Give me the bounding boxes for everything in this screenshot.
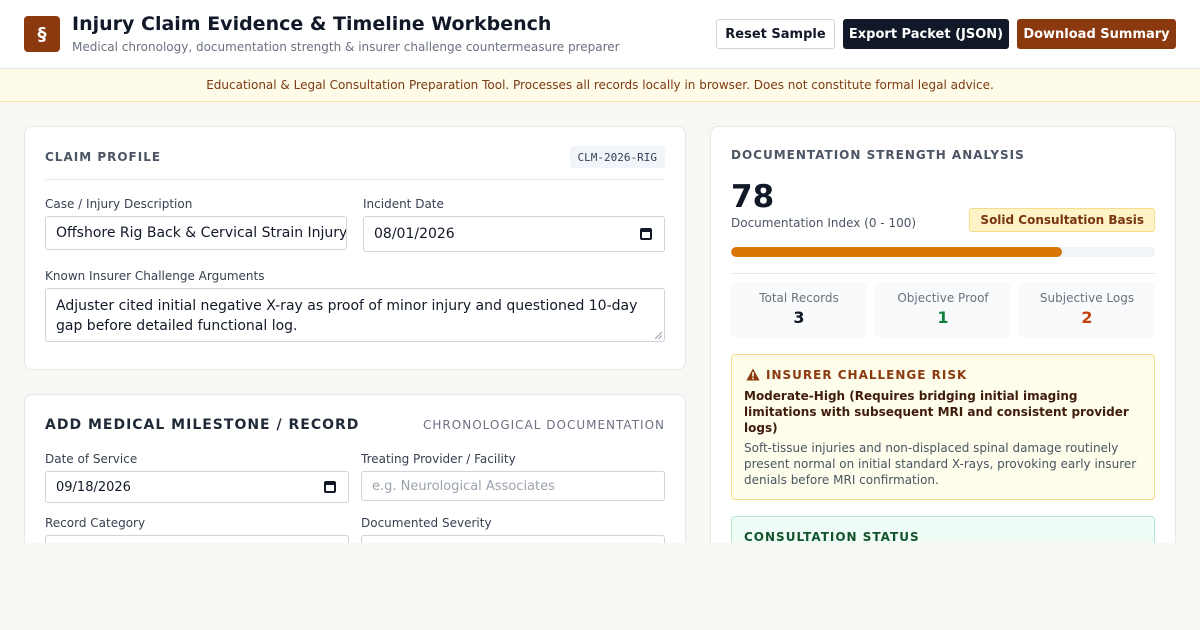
divider bbox=[731, 273, 1155, 274]
calendar-icon[interactable] bbox=[324, 481, 336, 493]
documentation-score: 78 bbox=[731, 179, 775, 215]
stat-objective-proof: Objective Proof 1 bbox=[875, 282, 1011, 338]
add-record-title: ADD MEDICAL MILESTONE / RECORD bbox=[45, 417, 360, 433]
resize-grip-icon[interactable] bbox=[655, 332, 662, 339]
documentation-analysis-card: DOCUMENTATION STRENGTH ANALYSIS 78 Docum… bbox=[710, 126, 1176, 594]
incident-date-value: 08/01/2026 bbox=[374, 226, 455, 242]
challenge-arguments-textarea[interactable]: Adjuster cited initial negative X-ray as… bbox=[45, 288, 665, 342]
challenge-arguments-label: Known Insurer Challenge Arguments bbox=[45, 269, 265, 283]
stat-label: Objective Proof bbox=[897, 291, 989, 305]
consultation-status-title: CONSULTATION STATUS bbox=[744, 530, 920, 544]
analysis-title: DOCUMENTATION STRENGTH ANALYSIS bbox=[731, 148, 1025, 162]
viewport-bottom bbox=[0, 543, 1200, 630]
record-category-label: Record Category bbox=[45, 516, 146, 530]
injury-description-value: Offshore Rig Back & Cervical Strain Inju… bbox=[56, 225, 347, 241]
stat-value: 3 bbox=[793, 308, 805, 327]
stat-subjective-logs: Subjective Logs 2 bbox=[1019, 282, 1155, 338]
warning-icon bbox=[746, 368, 760, 381]
provider-label: Treating Provider / Facility bbox=[361, 452, 516, 466]
incident-date-input[interactable]: 08/01/2026 bbox=[363, 216, 665, 252]
documentation-progress-bar bbox=[731, 247, 1155, 257]
download-summary-button[interactable]: Download Summary bbox=[1017, 19, 1176, 49]
stat-total-records: Total Records 3 bbox=[731, 282, 867, 338]
provider-input[interactable]: e.g. Neurological Associates bbox=[361, 471, 665, 501]
app-logo-icon: § bbox=[24, 16, 60, 52]
date-of-service-label: Date of Service bbox=[45, 452, 138, 466]
app-header: § Injury Claim Evidence & Timeline Workb… bbox=[0, 0, 1200, 69]
export-packet-button[interactable]: Export Packet (JSON) bbox=[843, 19, 1009, 49]
date-of-service-value: 09/18/2026 bbox=[56, 479, 131, 495]
reset-sample-button[interactable]: Reset Sample bbox=[716, 19, 835, 49]
risk-description: Soft-tissue injuries and non-displaced s… bbox=[744, 441, 1137, 487]
incident-date-label: Incident Date bbox=[363, 197, 444, 211]
insurer-challenge-risk-panel: INSURER CHALLENGE RISK Moderate-High (Re… bbox=[731, 354, 1155, 500]
provider-placeholder: e.g. Neurological Associates bbox=[372, 478, 555, 494]
stat-value: 1 bbox=[937, 308, 949, 327]
challenge-arguments-value: Adjuster cited initial negative X-ray as… bbox=[56, 298, 638, 334]
disclaimer-banner: Educational & Legal Consultation Prepara… bbox=[0, 69, 1200, 102]
stat-value: 2 bbox=[1081, 308, 1093, 327]
calendar-icon[interactable] bbox=[640, 228, 652, 240]
consultation-basis-badge: Solid Consultation Basis bbox=[969, 208, 1155, 232]
documentation-score-label: Documentation Index (0 - 100) bbox=[731, 216, 917, 230]
documented-severity-label: Documented Severity bbox=[361, 516, 492, 530]
divider bbox=[45, 179, 665, 180]
claim-profile-card: CLAIM PROFILE CLM-2026-RIG Case / Injury… bbox=[24, 126, 686, 370]
case-id-badge: CLM-2026-RIG bbox=[569, 146, 665, 168]
add-record-meta: CHRONOLOGICAL DOCUMENTATION bbox=[423, 418, 665, 432]
description-label: Case / Injury Description bbox=[45, 197, 193, 211]
claim-profile-title: CLAIM PROFILE bbox=[45, 150, 162, 164]
stat-label: Total Records bbox=[759, 291, 839, 305]
stat-label: Subjective Logs bbox=[1039, 291, 1135, 305]
injury-description-input[interactable]: Offshore Rig Back & Cervical Strain Inju… bbox=[45, 216, 347, 250]
app-subtitle: Medical chronology, documentation streng… bbox=[72, 40, 620, 54]
risk-level: Moderate-High (Requires bridging initial… bbox=[744, 389, 1129, 435]
app-title: Injury Claim Evidence & Timeline Workben… bbox=[72, 13, 552, 35]
date-of-service-input[interactable]: 09/18/2026 bbox=[45, 471, 349, 503]
risk-title: INSURER CHALLENGE RISK bbox=[766, 368, 968, 382]
documentation-progress-fill bbox=[731, 247, 1062, 257]
